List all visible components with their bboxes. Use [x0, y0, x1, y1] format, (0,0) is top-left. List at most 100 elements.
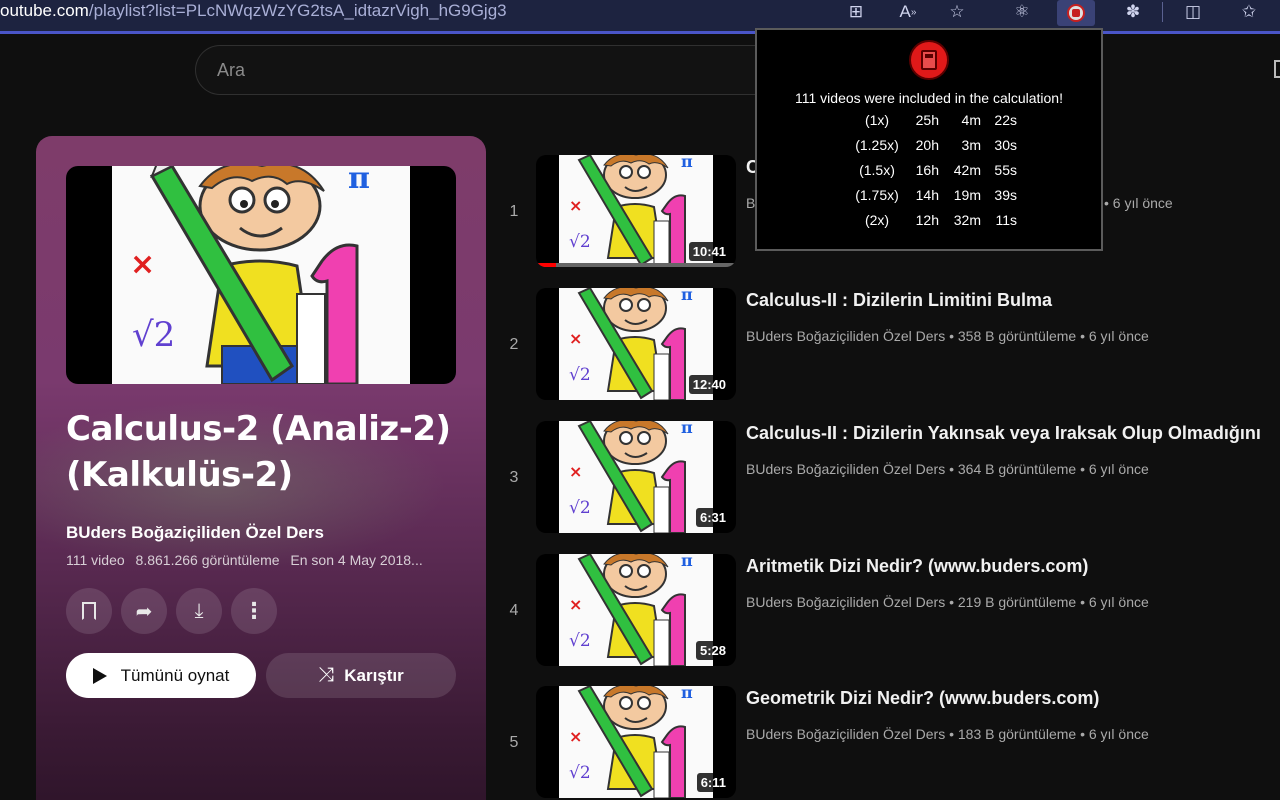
seconds-value: 30s: [994, 137, 1017, 153]
video-title-link[interactable]: Geometrik Dizi Nedir? (www.buders.com): [746, 688, 1099, 709]
watch-progress-fill: [536, 263, 556, 267]
hours-value: 20h: [915, 137, 939, 153]
svg-text:π: π: [681, 686, 693, 702]
playlist-video-row[interactable]: 2 π × √2 12:40 Calculus-II : Dizilerin Li…: [500, 288, 1280, 400]
speed-duration-table: (1x) 25h 4m 22s (1.25x) 20h 3m 30s (1.5x) 16h 42m 5…: [757, 110, 1101, 235]
video-index: 3: [509, 469, 519, 486]
svg-text:√2: √2: [132, 315, 175, 355]
svg-text:π: π: [681, 554, 693, 570]
cartoon-illustration: π × √2: [559, 686, 713, 798]
cartoon-illustration: π × √2: [112, 166, 410, 384]
playlist-video-row[interactable]: 4 π × √2 5:28 Aritmetik Dizi Nedir? (www.…: [500, 554, 1280, 666]
video-duration-badge: 12:40: [688, 375, 730, 394]
minutes-value: 19m: [953, 187, 981, 203]
channel-name-link[interactable]: BUders Boğaziçiliden Özel Ders: [66, 523, 324, 543]
playback-speed: (1.5x): [859, 162, 895, 178]
share-arrow-icon: ➦: [135, 600, 153, 623]
hours-value: 25h: [915, 112, 939, 128]
svg-text:π: π: [681, 421, 693, 437]
shuffle-button[interactable]: ⤨ Karıştır: [266, 653, 456, 698]
play-icon: [92, 667, 107, 684]
last-updated: En son 4 May 2018...: [290, 552, 423, 568]
video-thumbnail[interactable]: π × √2 12:40: [536, 288, 736, 400]
download-button[interactable]: ⤓: [176, 588, 222, 634]
video-thumbnail[interactable]: π × √2 6:31: [536, 421, 736, 533]
video-meta: BUders Boğaziçiliden Özel Ders • 219 B g…: [746, 594, 1149, 610]
url-host: outube.com: [0, 1, 89, 20]
search-placeholder: Ara: [217, 60, 246, 80]
save-playlist-button[interactable]: [66, 588, 112, 634]
video-index: 2: [509, 336, 519, 353]
atom-extension-icon[interactable]: ⚛: [1007, 0, 1037, 24]
cartoon-illustration: π × √2: [559, 421, 713, 533]
popup-headline: 111 videos were included in the calculat…: [795, 90, 1063, 106]
video-thumbnail[interactable]: π × √2 6:11: [536, 686, 736, 798]
read-aloud-icon[interactable]: A»: [893, 0, 923, 24]
svg-text:√2: √2: [569, 498, 591, 518]
split-screen-icon[interactable]: ⊞: [841, 0, 871, 24]
video-meta: BUders Boğaziçiliden Özel Ders • 358 B g…: [746, 328, 1149, 344]
speed-row: (1x) 25h 4m 22s: [757, 110, 1101, 135]
collections-icon[interactable]: ◫: [1178, 0, 1208, 24]
download-icon: ⤓: [194, 599, 204, 622]
speed-row: (1.75x) 14h 19m 39s: [757, 185, 1101, 210]
favorite-star-icon[interactable]: ☆: [942, 0, 972, 24]
video-index: 4: [509, 602, 519, 619]
video-meta: BUders Boğaziçiliden Özel Ders • 364 B g…: [746, 461, 1149, 477]
minutes-value: 3m: [961, 137, 981, 153]
speed-row: (1.5x) 16h 42m 55s: [757, 160, 1101, 185]
bookmark-icon: [82, 602, 96, 620]
svg-text:π: π: [681, 288, 693, 304]
toolbar-divider: [1162, 2, 1163, 22]
duration-calculator-extension-icon[interactable]: [1057, 0, 1095, 26]
watch-progress-bar: [536, 263, 736, 267]
seconds-value: 39s: [994, 187, 1017, 203]
hours-value: 12h: [915, 212, 939, 228]
minutes-value: 4m: [961, 112, 981, 128]
svg-text:×: ×: [130, 247, 155, 282]
svg-text:√2: √2: [569, 631, 591, 651]
more-actions-button[interactable]: ⋮: [231, 588, 277, 634]
url-path: /playlist?list=PLcNWqzWzYG2tsA_idtazrVig…: [88, 1, 507, 20]
svg-text:×: ×: [569, 595, 582, 614]
video-index: 5: [509, 734, 519, 751]
video-duration-badge: 6:31: [695, 508, 730, 527]
cartoon-illustration: π × √2: [559, 554, 713, 666]
svg-text:×: ×: [569, 727, 582, 746]
svg-text:π: π: [681, 155, 693, 171]
video-title-link[interactable]: Aritmetik Dizi Nedir? (www.buders.com): [746, 556, 1088, 577]
svg-text:×: ×: [569, 329, 582, 348]
playlist-video-row[interactable]: 5 π × √2 6:11 Geometrik Dizi Nedir? (www.…: [500, 686, 1280, 798]
video-thumbnail[interactable]: π × √2 10:41: [536, 155, 736, 267]
partial-icon: [1274, 60, 1280, 78]
video-meta-tail: • 6 yıl önce: [1104, 195, 1173, 211]
video-thumbnail[interactable]: π × √2 5:28: [536, 554, 736, 666]
address-bar[interactable]: outube.com/playlist?list=PLcNWqzWzYG2tsA…: [0, 0, 507, 24]
playlist-video-row[interactable]: 3 π × √2 6:31 Calculus-II : Dizilerin Yak…: [500, 421, 1280, 533]
video-count: 111 video: [66, 552, 125, 568]
favorites-list-icon[interactable]: ✩: [1234, 0, 1264, 24]
extensions-puzzle-icon[interactable]: ✽: [1118, 0, 1148, 24]
shuffle-icon: ⤨: [318, 664, 335, 686]
minutes-value: 42m: [953, 162, 981, 178]
video-duration-badge: 6:11: [696, 773, 730, 792]
playlist-title: Calculus-2 (Analiz-2) (Kalkulüs-2): [66, 409, 451, 495]
view-count: 8.861.266 görüntüleme: [135, 552, 280, 568]
play-all-label: Tümünü oynat: [120, 665, 230, 685]
playlist-thumbnail[interactable]: π × √2: [66, 166, 456, 384]
cartoon-thumbnail-art: π × √2: [112, 166, 410, 384]
video-duration-badge: 5:28: [695, 641, 730, 660]
more-vertical-icon: ⋮: [243, 598, 265, 623]
play-all-button[interactable]: Tümünü oynat: [66, 653, 256, 698]
hours-value: 16h: [915, 162, 939, 178]
playback-speed: (1.75x): [855, 187, 899, 203]
search-input[interactable]: Ara: [195, 45, 795, 95]
svg-text:π: π: [348, 166, 370, 196]
shuffle-label: Karıştır: [344, 665, 404, 685]
cartoon-thumbnail-art: π × √2: [559, 686, 713, 798]
svg-text:×: ×: [569, 462, 582, 481]
share-button[interactable]: ➦: [121, 588, 167, 634]
video-title-link[interactable]: Calculus-II : Dizilerin Limitini Bulma: [746, 290, 1052, 311]
video-title-link[interactable]: Calculus-II : Dizilerin Yakınsak veya Ir…: [746, 423, 1261, 444]
playback-speed: (1.25x): [855, 137, 899, 153]
